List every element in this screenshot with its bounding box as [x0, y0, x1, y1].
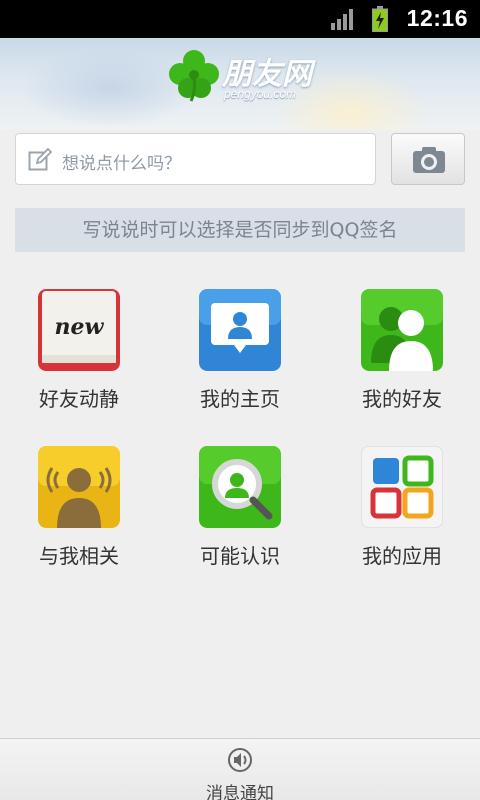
camera-icon — [413, 147, 445, 173]
clover-icon — [169, 50, 219, 102]
people-you-may-know-tile[interactable]: 可能认识 — [180, 446, 300, 586]
brand-domain: pengyou.com — [224, 87, 297, 101]
people-you-may-know-label: 可能认识 — [200, 544, 280, 568]
my-apps-tile[interactable]: 我的应用 — [342, 446, 462, 586]
camera-button[interactable] — [391, 133, 465, 185]
related-to-me-tile[interactable]: 与我相关 — [19, 446, 139, 586]
status-compose-input[interactable]: 想说点什么吗？ — [15, 133, 376, 185]
battery-charging-icon — [372, 6, 388, 32]
speaker-icon — [228, 748, 252, 772]
my-friends-tile[interactable]: 我的好友 — [342, 289, 462, 429]
my-apps-label: 我的应用 — [362, 544, 442, 568]
friend-feed-icon-text: new — [55, 314, 105, 340]
my-homepage-icon — [199, 289, 281, 371]
friend-feed-tile[interactable]: new 好友动静 — [19, 289, 139, 429]
app-header: 朋友网 pengyou.com — [0, 38, 480, 130]
compose-placeholder: 想说点什么吗？ — [62, 154, 181, 174]
friend-feed-label: 好友动静 — [39, 387, 119, 411]
my-homepage-label: 我的主页 — [200, 387, 280, 411]
status-bar: 12:16 — [0, 0, 480, 38]
signal-bars-icon — [331, 9, 353, 30]
clock: 12:16 — [406, 5, 468, 31]
my-friends-label: 我的好友 — [362, 387, 442, 411]
people-you-may-know-icon — [199, 446, 281, 528]
edit-icon — [28, 148, 52, 171]
notification-label: 消息通知 — [206, 784, 274, 800]
sync-tip-banner: 写说说时可以选择是否同步到QQ签名 — [15, 208, 465, 252]
friend-feed-icon: new — [38, 289, 120, 371]
app-logo: 朋友网 pengyou.com — [166, 47, 336, 107]
related-to-me-icon — [38, 446, 120, 528]
notification-bar[interactable]: 消息通知 — [0, 738, 480, 800]
related-to-me-label: 与我相关 — [39, 544, 119, 568]
my-homepage-tile[interactable]: 我的主页 — [180, 289, 300, 429]
my-apps-icon — [361, 446, 443, 528]
my-friends-icon — [361, 289, 443, 371]
